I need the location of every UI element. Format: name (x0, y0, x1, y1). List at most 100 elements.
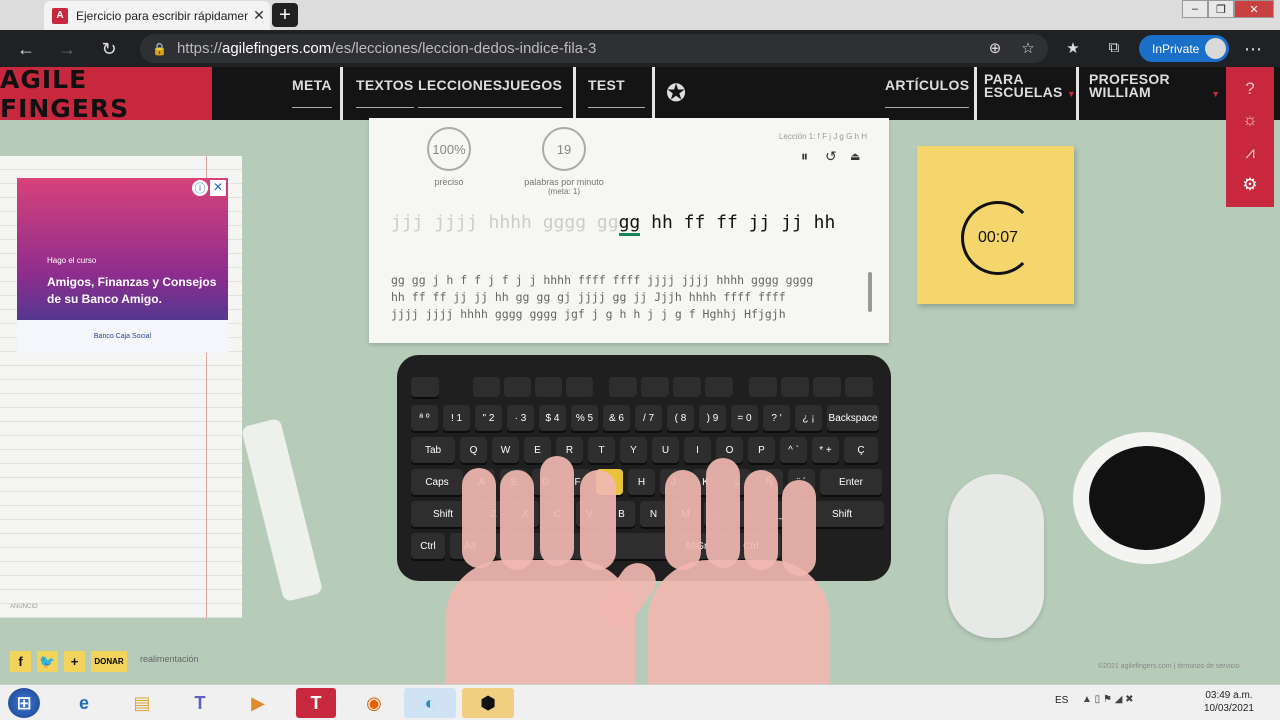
ad-close-icon[interactable]: ✕ (210, 180, 226, 196)
coffee (1089, 446, 1205, 550)
donate-button[interactable]: DONAR (91, 651, 127, 672)
browser-tab[interactable]: A Ejercicio para escribir rápidamente ✕ (44, 1, 270, 30)
lesson-text-line: hh ff ff jj jj hh gg gg gj jjjj gg jj Jj… (391, 290, 786, 304)
nav-para-escuelas[interactable]: PARA ESCUELAS ▼ (984, 72, 1076, 101)
edge-icon[interactable]: ◐ (404, 688, 456, 718)
browser-tab-bar: A Ejercicio para escribir rápidamente ✕ … (0, 0, 1280, 30)
ad-banner[interactable]: ⓘ ✕ Hago el curso Amigos, Finanzas y Con… (17, 178, 228, 353)
wpm-goal: (meta: 1) (547, 187, 580, 196)
site-logo[interactable]: AGILE FINGERS (0, 65, 212, 123)
restart-icon[interactable]: ↺ (825, 148, 837, 165)
lesson-text-line: jjjj jjjj hhhh gggg gggg jgf j g h h j j… (391, 307, 786, 321)
firefox-icon[interactable]: ◉ (354, 688, 394, 718)
pause-icon[interactable]: ⏸ (801, 148, 808, 165)
key-f (781, 377, 809, 397)
new-tab-button[interactable]: + (272, 3, 298, 27)
ad-small-text: Hago el curso (47, 256, 97, 265)
key-backspace: Backspace (827, 405, 879, 431)
ad-headline: Amigos, Finanzas y Consejos de su Banco A… (47, 274, 216, 308)
app-t-icon[interactable]: T (296, 688, 336, 718)
brightness-icon[interactable]: ☼ (1226, 110, 1274, 130)
nav-divider (974, 67, 977, 120)
inprivate-button[interactable]: InPrivate (1139, 35, 1229, 62)
app-icon[interactable]: ⬢ (462, 688, 514, 718)
help-icon[interactable]: ? (1226, 79, 1274, 99)
nav-lecciones[interactable]: LECCIONES (418, 77, 503, 108)
typing-line[interactable]: jjj jjjj hhhh gggg gggg hh ff ff jj jj h… (391, 212, 835, 236)
nav-juegos[interactable]: JUEGOS (502, 77, 563, 108)
copyright[interactable]: ©2021 agilefingers.com | términos de ser… (1098, 663, 1240, 670)
key-f (641, 377, 669, 397)
lesson-panel: 100% preciso 19 palabras por minuto (met… (369, 118, 889, 343)
key-f (845, 377, 873, 397)
back-icon[interactable]: ← (15, 39, 37, 60)
key-h: H (628, 469, 655, 495)
key-tab: Tab (411, 437, 455, 463)
settings-gear-icon[interactable]: ⚙ (1226, 175, 1274, 195)
nav-test[interactable]: TEST (588, 77, 645, 108)
nav-profesor[interactable]: PROFESOR WILLIAM ▼ (1089, 72, 1220, 101)
feedback-link[interactable]: realimentación (140, 654, 199, 664)
key-ctrl: Ctrl (411, 533, 445, 559)
typed-text: jjj jjjj hhhh gggg gg (391, 212, 619, 233)
nav-textos[interactable]: TEXTOS (356, 77, 414, 108)
key-f (673, 377, 701, 397)
key-¿-¡: ¿ ¡ (795, 405, 822, 431)
nav-para-escuelas-line2: ESCUELAS (984, 84, 1063, 100)
current-word: gg (618, 212, 641, 236)
taskbar-clock[interactable]: 03:49 a.m. 10/03/2021 (1204, 689, 1254, 715)
key-u: U (652, 437, 679, 463)
file-explorer-icon[interactable]: ▤ (122, 688, 162, 718)
refresh-icon[interactable]: ↻ (98, 39, 120, 60)
add-icon[interactable]: + (64, 651, 85, 672)
media-player-icon[interactable]: ▶ (238, 688, 278, 718)
social-bar: f 🐦 + DONAR (10, 651, 127, 672)
fkeys-3 (749, 377, 873, 397)
nav-divider (1076, 67, 1079, 120)
ad-label: ANUNCIO (10, 604, 38, 610)
achievements-badge-icon[interactable]: ✪ (666, 79, 686, 108)
lesson-title: Lección 1: f F j J g G h H (778, 132, 867, 141)
fkeys-2 (609, 377, 733, 397)
add-favorite-icon[interactable]: ☆ (1017, 39, 1039, 57)
key-f (609, 377, 637, 397)
stats-icon[interactable]: ⩘ (1226, 143, 1274, 163)
right-hand-palm (648, 560, 830, 684)
minimize-button[interactable]: – (1182, 0, 1208, 18)
twitter-icon[interactable]: 🐦 (37, 651, 58, 672)
mouse (948, 474, 1044, 638)
key-enter: Enter (820, 469, 882, 495)
ad-info-icon[interactable]: ⓘ (192, 180, 208, 196)
key-/-7: / 7 (635, 405, 662, 431)
left-index-finger (580, 470, 616, 570)
nav-divider (340, 67, 343, 120)
language-indicator[interactable]: ES (1055, 695, 1068, 706)
timer-note: 00:07 (917, 146, 1074, 304)
start-button[interactable]: ⊞ (8, 688, 40, 718)
close-window-button[interactable]: ✕ (1234, 0, 1274, 18)
teams-icon[interactable]: T (180, 688, 220, 718)
zoom-icon[interactable]: ⊕ (984, 39, 1006, 57)
url-prefix: https:// (176, 40, 222, 57)
nav-articulos[interactable]: ARTÍCULOS (885, 77, 970, 108)
collections-icon[interactable]: ⧉ (1103, 39, 1125, 56)
ie-icon[interactable]: e (64, 688, 104, 718)
favorites-icon[interactable]: ★ (1062, 39, 1084, 57)
forward-icon[interactable]: → (56, 39, 78, 60)
more-menu-icon[interactable]: ⋯ (1242, 39, 1264, 60)
tab-close-icon[interactable]: ✕ (248, 7, 270, 24)
keyboard-toggle-icon[interactable]: ⏏ (850, 150, 860, 163)
tray-icons[interactable]: ▲ ▯ ⚑ ◢ ✖ (1082, 694, 1134, 705)
facebook-icon[interactable]: f (10, 651, 31, 672)
right-index-finger (665, 470, 701, 570)
site-header: AGILE FINGERS META TEXTOS LECCIONES JUEG… (0, 65, 1280, 123)
key-fn-group (609, 377, 733, 397)
address-bar-row: ← → ↻ 🔒 https://agilefingers.com/es/lecc… (0, 30, 1280, 67)
lesson-scrollbar[interactable] (868, 272, 872, 312)
left-finger (500, 470, 534, 570)
key-esc (411, 377, 439, 397)
nav-meta[interactable]: META (292, 77, 332, 108)
maximize-button[interactable]: ❐ (1208, 0, 1234, 18)
url-field[interactable]: 🔒 https://agilefingers.com/es/lecciones/… (140, 34, 1048, 63)
key-f (749, 377, 777, 397)
